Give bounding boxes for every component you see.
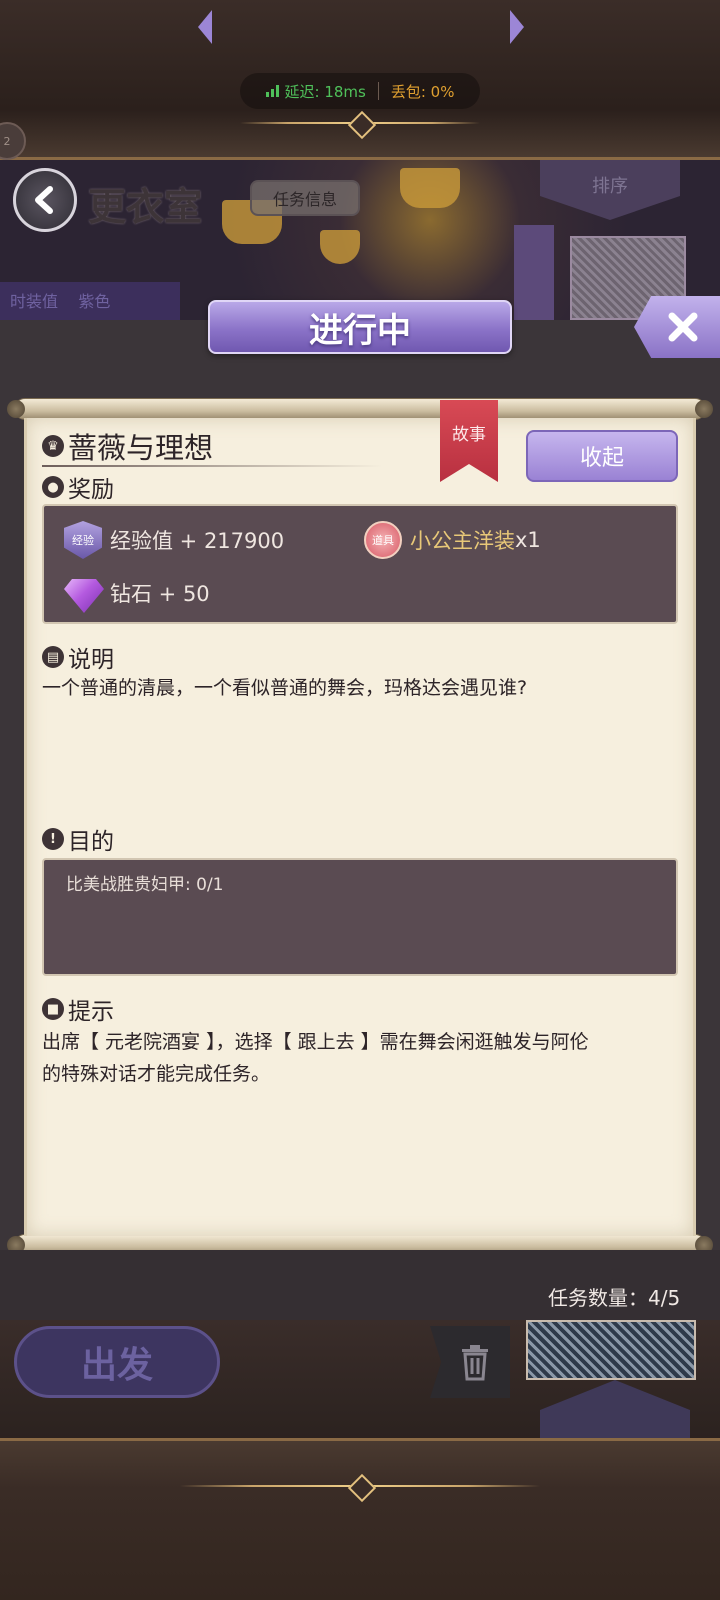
packet-loss-text: 丢包: 0% bbox=[390, 82, 455, 101]
item-badge-icon: 道具 bbox=[364, 521, 402, 559]
description-heading: ▤ 说明 bbox=[42, 640, 114, 674]
outfit-card[interactable] bbox=[514, 225, 554, 320]
back-arrow-icon bbox=[35, 186, 53, 214]
back-button[interactable] bbox=[13, 168, 77, 232]
exclamation-icon: ! bbox=[42, 828, 64, 850]
book-icon: ▤ bbox=[42, 646, 64, 668]
reward-icon: ● bbox=[42, 476, 64, 498]
task-info-button[interactable]: 任务信息 bbox=[250, 180, 360, 216]
fashion-value-tag: 时装值 紫色 bbox=[0, 282, 180, 320]
reward-diamond: 钻石 + 50 bbox=[64, 573, 210, 613]
exp-badge-icon: 经验 bbox=[64, 521, 102, 559]
close-button[interactable] bbox=[634, 296, 720, 358]
reward-exp: 经验 经验值 + 217900 bbox=[64, 521, 284, 559]
scroll-rod-top bbox=[7, 398, 713, 420]
status-label: 进行中 bbox=[309, 310, 411, 351]
room-title: 更衣室 bbox=[88, 184, 203, 229]
latency-text: 延迟: 18ms bbox=[284, 82, 366, 101]
status-header: 进行中 bbox=[208, 300, 512, 354]
task-count: 任务数量：4/5 bbox=[548, 1286, 681, 1310]
diamond-icon bbox=[64, 579, 104, 613]
depart-button[interactable]: 出发 bbox=[14, 1326, 220, 1398]
reward-item[interactable]: 道具 小公主洋装 x1 bbox=[364, 521, 541, 559]
hint-text: 出席【 元老院酒宴 】，选择【 跟上去 】需在舞会闲逛触发与阿伦 的特殊对话才能… bbox=[42, 1031, 589, 1085]
bottom-frame bbox=[0, 1438, 720, 1600]
close-icon bbox=[668, 312, 698, 342]
crown-icon: ♛ bbox=[42, 435, 64, 457]
outfit-thumbnail-lower[interactable] bbox=[526, 1320, 696, 1380]
goal-text: 比美战胜贵妇甲: 0/1 bbox=[66, 875, 224, 895]
trash-icon bbox=[462, 1345, 488, 1381]
bottom-ornament bbox=[180, 1485, 540, 1487]
hint-heading: ■ 提示 bbox=[42, 992, 114, 1026]
network-status: 延迟: 18ms 丢包: 0% bbox=[240, 73, 480, 109]
reward-heading: ● 奖励 bbox=[42, 470, 114, 504]
signal-icon bbox=[265, 85, 279, 97]
goal-heading: ! 目的 bbox=[42, 822, 114, 856]
delete-button[interactable] bbox=[430, 1326, 510, 1398]
quest-title: ♛ 蔷薇与理想 bbox=[42, 425, 213, 467]
collapse-button[interactable]: 收起 bbox=[526, 430, 678, 482]
description-text: 一个普通的清晨，一个看似普通的舞会，玛格达会遇见谁? bbox=[42, 677, 528, 699]
hint-icon: ■ bbox=[42, 998, 64, 1020]
top-ornament bbox=[240, 122, 480, 124]
